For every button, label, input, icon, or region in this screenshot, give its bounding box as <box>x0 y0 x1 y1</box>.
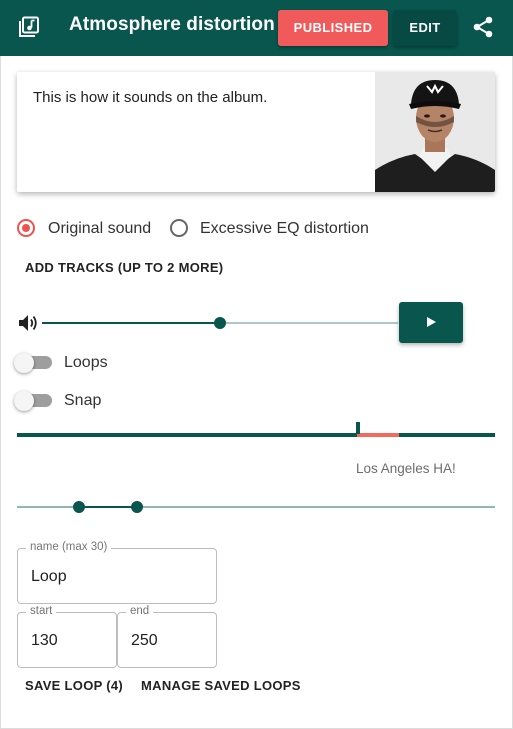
manage-saved-loops-button[interactable]: MANAGE SAVED LOOPS <box>141 678 301 693</box>
save-loop-button[interactable]: SAVE LOOP (4) <box>25 678 123 693</box>
loop-range-fill <box>79 506 137 508</box>
playhead-marker[interactable] <box>356 422 360 434</box>
page-title: Atmosphere distortion <box>69 14 275 35</box>
loop-name-value[interactable]: Loop <box>31 568 67 586</box>
loop-end-label: end <box>126 605 154 617</box>
loop-range-end-thumb[interactable] <box>131 501 143 513</box>
card-description: This is how it sounds on the album. <box>33 89 268 106</box>
volume-slider-fill <box>42 322 220 324</box>
volume-slider-thumb[interactable] <box>214 317 226 329</box>
loop-start-value[interactable]: 130 <box>31 632 58 650</box>
loop-end-value[interactable]: 250 <box>131 632 158 650</box>
radio-label-eq-distortion[interactable]: Excessive EQ distortion <box>200 220 369 238</box>
volume-icon[interactable] <box>18 313 40 333</box>
app-header: Atmosphere distortion PUBLISHED EDIT <box>0 0 513 56</box>
add-tracks-button[interactable]: ADD TRACKS (UP TO 2 MORE) <box>25 260 223 275</box>
description-card: This is how it sounds on the album. <box>17 72 495 192</box>
loop-name-label: name (max 30) <box>26 541 112 553</box>
artist-photo <box>375 72 495 192</box>
loop-start-field[interactable]: start 130 <box>17 605 117 668</box>
loop-start-label: start <box>26 605 57 617</box>
annotation-label: Los Angeles HA! <box>356 461 456 476</box>
radio-label-original-sound[interactable]: Original sound <box>48 220 151 238</box>
published-button[interactable]: PUBLISHED <box>278 10 388 46</box>
loops-toggle-knob[interactable] <box>14 353 34 373</box>
play-button[interactable] <box>399 302 463 343</box>
annotation-region[interactable] <box>357 433 399 437</box>
play-icon <box>427 317 436 327</box>
snap-toggle-knob[interactable] <box>14 391 34 411</box>
radio-original-sound[interactable] <box>17 219 35 237</box>
volume-slider-track[interactable] <box>220 322 398 324</box>
snap-label: Snap <box>64 392 102 409</box>
loops-label: Loops <box>64 354 108 371</box>
loop-name-field[interactable]: name (max 30) Loop <box>17 541 217 604</box>
edit-button[interactable]: EDIT <box>393 10 457 46</box>
share-icon[interactable] <box>472 16 494 38</box>
radio-eq-distortion[interactable] <box>170 219 188 237</box>
music-library-icon[interactable] <box>18 16 40 38</box>
loop-end-field[interactable]: end 250 <box>117 605 217 668</box>
loop-range-start-thumb[interactable] <box>73 501 85 513</box>
timeline-track[interactable] <box>17 433 495 437</box>
